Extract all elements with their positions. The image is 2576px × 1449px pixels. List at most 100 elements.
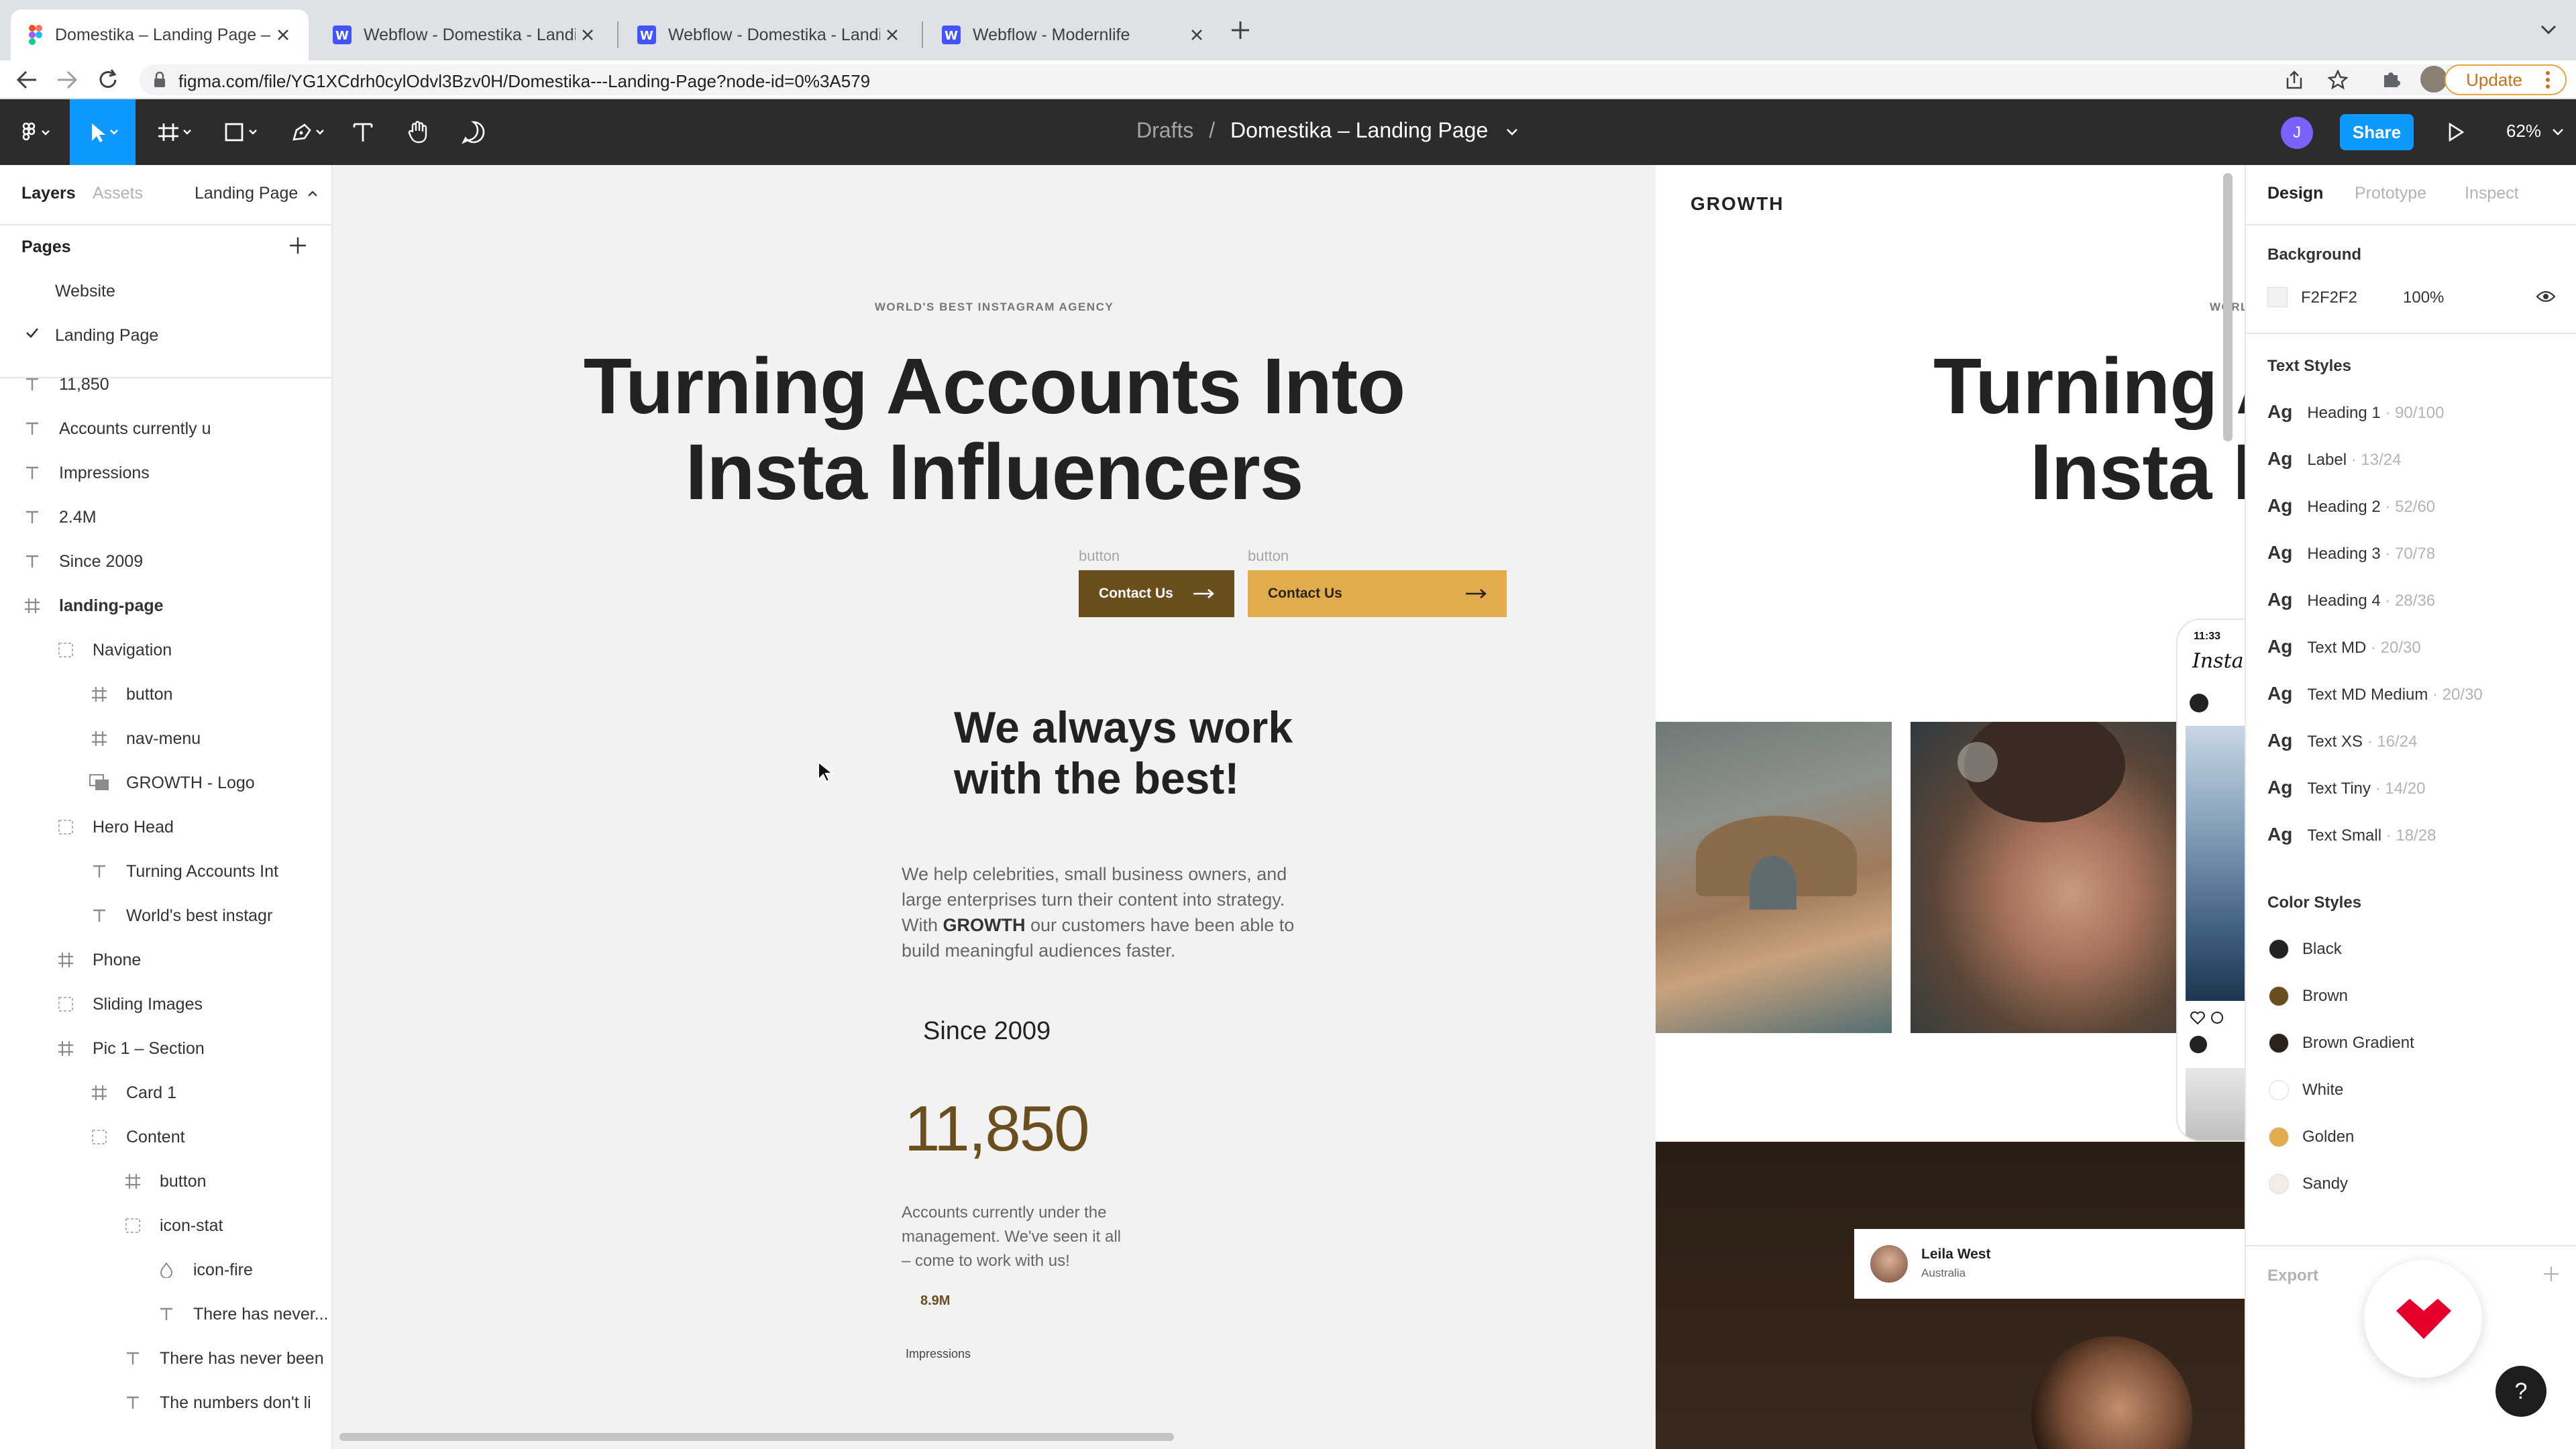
text-style-item[interactable]: Ag Text MD · 20/30 [2267, 636, 2421, 657]
close-icon[interactable] [1185, 23, 1209, 47]
add-export-plus-icon[interactable] [2542, 1265, 2560, 1283]
layer-row-turning-accounts-int[interactable]: Turning Accounts Int [85, 849, 278, 894]
file-menu-chevron-icon[interactable] [1506, 128, 1518, 136]
hand-tool-icon[interactable] [401, 99, 436, 165]
layer-row-11-850[interactable]: 11,850 [17, 362, 109, 407]
layer-row-sliding-images[interactable]: Sliding Images [51, 982, 203, 1026]
layer-row-hero-head[interactable]: Hero Head [51, 805, 174, 849]
present-play-icon[interactable] [2439, 99, 2473, 165]
canvas-vertical-scrollbar[interactable] [2223, 173, 2233, 441]
layer-row-the-numbers-don-t-li[interactable]: The numbers don't li [118, 1381, 311, 1425]
text-style-item[interactable]: Ag Heading 2 · 52/60 [2267, 495, 2435, 517]
contact-us-button-golden[interactable]: Contact Us [1248, 570, 1507, 617]
text-tool-icon[interactable] [346, 99, 380, 165]
share-button[interactable]: Share [2340, 114, 2414, 150]
tab-inspect[interactable]: Inspect [2465, 184, 2519, 203]
text-style-item[interactable]: Ag Heading 1 · 90/100 [2267, 401, 2445, 423]
new-tab-plus-icon[interactable] [1230, 20, 1250, 40]
design-canvas[interactable]: WORLD'S BEST INSTAGRAM AGENCY Turning Ac… [333, 165, 2245, 1449]
forward-arrow-icon[interactable] [56, 70, 78, 90]
layer-row-landing-page[interactable]: landing-page [17, 584, 164, 628]
profile-avatar[interactable] [2420, 66, 2447, 93]
color-style-item[interactable]: Black [2269, 939, 2342, 959]
background-hex[interactable]: F2F2F2 [2301, 288, 2357, 307]
layer-row-nav-menu[interactable]: nav-menu [85, 716, 201, 761]
close-icon[interactable] [880, 23, 904, 47]
frame-tool-icon[interactable] [149, 99, 200, 165]
text-style-item[interactable]: Ag Label · 13/24 [2267, 448, 2401, 470]
color-style-item[interactable]: White [2269, 1080, 2343, 1100]
background-swatch[interactable] [2267, 287, 2288, 307]
shape-tool-icon[interactable] [216, 99, 267, 165]
browser-tab[interactable]: W Webflow - Domestika - Landin [620, 9, 918, 60]
browser-tab[interactable]: W Webflow - Modernlife [924, 9, 1222, 60]
layer-row-accounts-currently-u[interactable]: Accounts currently u [17, 407, 211, 451]
zoom-dropdown[interactable]: 62% [2506, 121, 2564, 142]
layer-row-button[interactable]: button [118, 1159, 207, 1203]
eye-visibility-icon[interactable] [2536, 290, 2556, 303]
layer-row-phone[interactable]: Phone [51, 938, 141, 982]
share-page-icon[interactable] [2285, 70, 2304, 90]
layer-row-there-has-never-been[interactable]: There has never been [118, 1336, 324, 1381]
add-page-plus-icon[interactable] [288, 236, 307, 255]
move-tool-button[interactable] [70, 99, 136, 165]
drafts-link[interactable]: Drafts [1136, 118, 1193, 142]
url-field[interactable]: figma.com/file/YG1XCdrh0cylOdvl3Bzv0H/Do… [140, 64, 2541, 95]
tab-search-chevron-icon[interactable] [2540, 23, 2557, 36]
color-style-item[interactable]: Brown Gradient [2269, 1033, 2414, 1053]
layer-row-icon-stat[interactable]: icon-stat [118, 1203, 223, 1248]
svg-text:W: W [640, 29, 653, 43]
file-name[interactable]: Domestika – Landing Page [1230, 118, 1488, 142]
reload-icon[interactable] [97, 68, 119, 91]
browser-tab[interactable]: W Webflow - Domestika - Landin [315, 9, 613, 60]
canvas-horizontal-scrollbar[interactable] [339, 1433, 1174, 1441]
layer-row-impressions[interactable]: Impressions [17, 451, 150, 495]
page-item-website[interactable]: Website [55, 282, 115, 301]
tab-layers[interactable]: Layers [21, 184, 76, 203]
bookmark-star-icon[interactable] [2328, 70, 2348, 90]
help-button[interactable]: ? [2496, 1366, 2546, 1417]
layer-row-icon-fire[interactable]: icon-fire [152, 1248, 253, 1292]
back-arrow-icon[interactable] [16, 70, 38, 90]
user-avatar[interactable]: J [2281, 117, 2313, 149]
page-switcher[interactable]: Landing Page [195, 184, 318, 203]
background-title: Background [2267, 246, 2362, 264]
artboard-landing[interactable]: WORLD'S BEST INSTAGRAM AGENCY Turning Ac… [333, 165, 1656, 1449]
close-icon[interactable] [576, 23, 600, 47]
tab-prototype[interactable]: Prototype [2355, 184, 2426, 203]
text-style-item[interactable]: Ag Text Small · 18/28 [2267, 824, 2436, 845]
text-style-item[interactable]: Ag Text Tiny · 14/20 [2267, 777, 2425, 798]
layer-row-since-2009[interactable]: Since 2009 [17, 539, 143, 584]
layer-row-content[interactable]: Content [85, 1115, 185, 1159]
text-style-item[interactable]: Ag Text MD Medium · 20/30 [2267, 683, 2483, 704]
text-style-item[interactable]: Ag Heading 4 · 28/36 [2267, 589, 2435, 610]
layer-row-world-s-best-instagr[interactable]: World's best instagr [85, 894, 272, 938]
layer-row-there-has-never[interactable]: There has never... [152, 1292, 329, 1336]
tab-assets[interactable]: Assets [93, 184, 143, 203]
layer-row-button[interactable]: button [85, 672, 173, 716]
tab-design[interactable]: Design [2267, 184, 2323, 203]
artboard-website[interactable]: GROWTH WORL Turning A Insta I 11:33 Inst… [1656, 165, 2245, 1449]
browser-tab[interactable]: Domestika – Landing Page – Fi [11, 9, 309, 60]
layer-row-growth-logo[interactable]: GROWTH - Logo [85, 761, 255, 805]
layer-row-card-1[interactable]: Card 1 [85, 1071, 176, 1115]
since-label: Since 2009 [923, 1017, 1051, 1045]
text-style-item[interactable]: Ag Text XS · 16/24 [2267, 730, 2417, 751]
text-style-item[interactable]: Ag Heading 3 · 70/78 [2267, 542, 2435, 564]
layer-row-pic-1-section[interactable]: Pic 1 – Section [51, 1026, 205, 1071]
contact-us-button-brown[interactable]: Contact Us [1079, 570, 1234, 617]
update-button[interactable]: Update [2445, 64, 2567, 95]
extensions-puzzle-icon[interactable] [2381, 68, 2403, 90]
color-style-item[interactable]: Golden [2269, 1127, 2354, 1147]
comment-tool-icon[interactable] [456, 99, 491, 165]
background-opacity[interactable]: 100% [2403, 288, 2444, 307]
color-style-item[interactable]: Brown [2269, 986, 2348, 1006]
page-item-landing-page[interactable]: Landing Page [55, 326, 158, 345]
color-style-item[interactable]: Sandy [2269, 1174, 2348, 1194]
main-menu-figma-icon[interactable] [12, 99, 62, 165]
text-layer-icon [152, 1307, 181, 1322]
pen-tool-icon[interactable] [283, 99, 334, 165]
close-icon[interactable] [271, 23, 295, 47]
layer-row-2-4m[interactable]: 2.4M [17, 495, 97, 539]
layer-row-navigation[interactable]: Navigation [51, 628, 172, 672]
